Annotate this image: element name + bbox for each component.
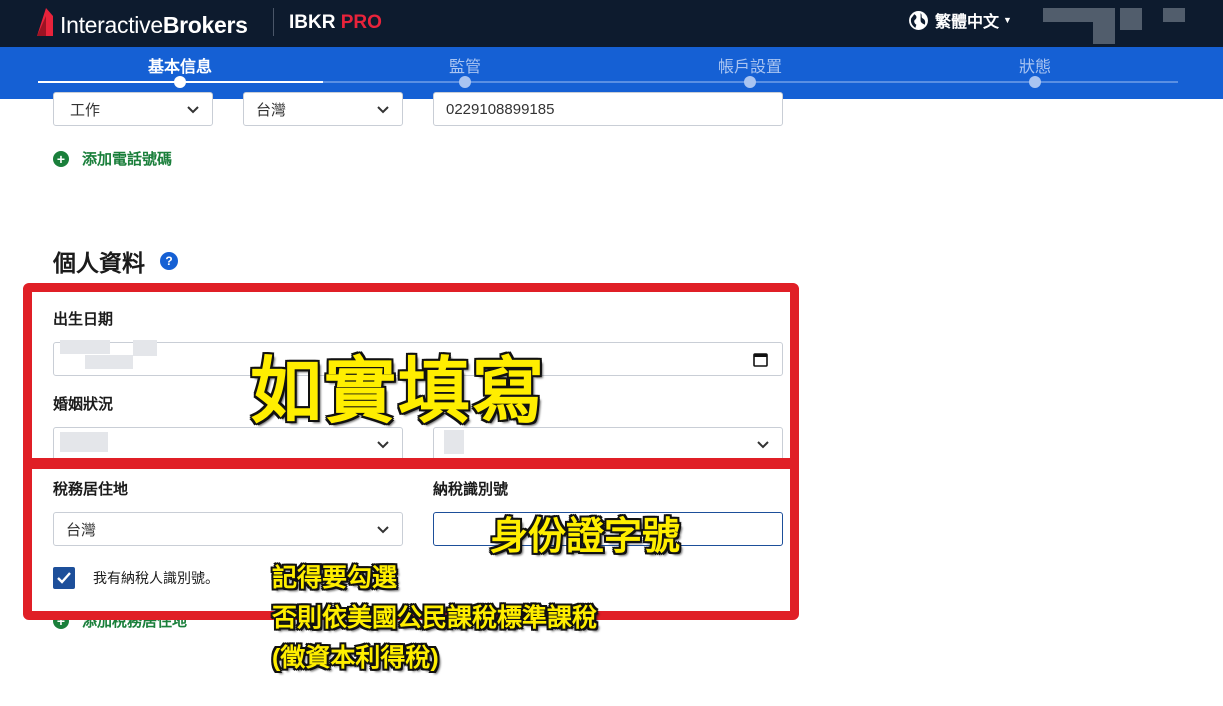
chevron-down-icon: [377, 106, 389, 114]
ib-logo-text[interactable]: InteractiveBrokers: [60, 12, 248, 39]
step-dot-account-setup: [744, 76, 756, 88]
annotation-remember-check: 記得要勾選: [272, 564, 398, 592]
step-basic-info[interactable]: 基本信息: [148, 53, 212, 77]
annotation-otherwise-taxed: 否則依美國公民課稅標準課稅: [272, 604, 598, 632]
phone-country-select[interactable]: 台灣: [243, 92, 403, 126]
language-label: 繁體中文: [935, 14, 1000, 31]
add-phone-label: 添加電話號碼: [82, 151, 173, 168]
product-name: IBKR PRO: [289, 12, 382, 33]
phone-number-value: 0229108899185: [446, 100, 555, 118]
step-dot-regulatory: [459, 76, 471, 88]
logo-divider: [273, 8, 274, 36]
annotation-withholding: (徵資本利得稅): [272, 644, 439, 672]
help-icon[interactable]: ?: [160, 252, 178, 270]
user-info-redacted: [1120, 8, 1142, 30]
step-account-setup[interactable]: 帳戶設置: [718, 53, 782, 77]
annotation-frame-tax: [23, 458, 799, 620]
step-dot-basic-info: [174, 76, 186, 88]
caret-down-icon: ▼: [1003, 15, 1012, 25]
user-info-redacted: [1093, 22, 1115, 44]
globe-icon: [909, 10, 928, 30]
annotation-id-number: 身份證字號: [490, 516, 681, 558]
add-phone-link[interactable]: + 添加電話號碼: [53, 148, 172, 169]
plus-circle-icon: +: [53, 150, 69, 167]
step-dot-status: [1029, 76, 1041, 88]
annotation-fill-truthfully: 如實填寫: [250, 352, 547, 432]
phone-type-value: 工作: [70, 101, 101, 119]
language-selector[interactable]: 繁體中文 ▼: [908, 8, 1012, 32]
phone-number-input[interactable]: 0229108899185: [433, 92, 783, 126]
ib-logo-icon: [37, 8, 53, 36]
top-bar: InteractiveBrokers IBKR PRO 繁體中文 ▼: [0, 0, 1223, 47]
user-info-redacted: [1163, 8, 1185, 22]
step-status[interactable]: 狀態: [1019, 53, 1051, 77]
section-title-personal-info: 個人資料: [53, 250, 145, 276]
user-info-redacted: [1043, 8, 1115, 22]
phone-type-select[interactable]: 工作: [53, 92, 213, 126]
chevron-down-icon: [187, 106, 199, 114]
phone-country-value: 台灣: [256, 101, 287, 119]
step-regulatory[interactable]: 監管: [449, 53, 481, 77]
